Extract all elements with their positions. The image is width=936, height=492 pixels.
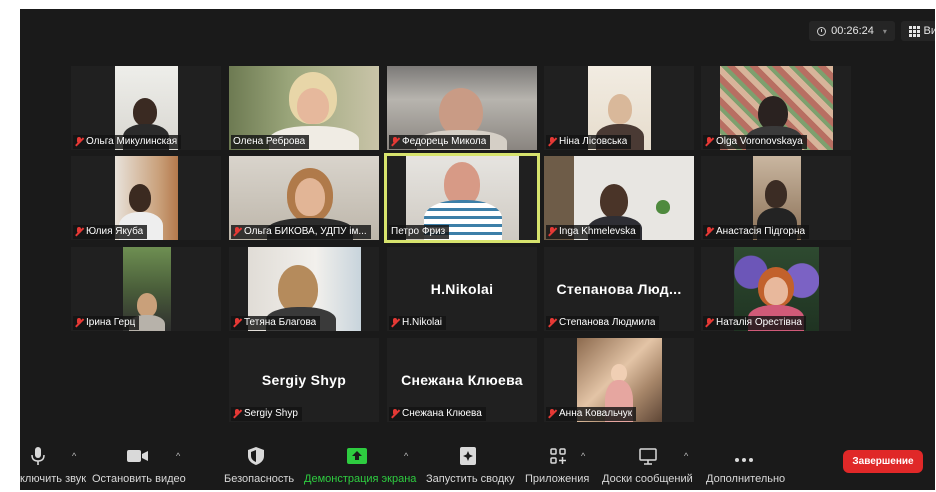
stop-video-button[interactable]: ^ Остановить видео bbox=[92, 445, 188, 489]
participant-name-tag: Ніна Лісовська bbox=[546, 135, 632, 149]
muted-mic-icon bbox=[233, 409, 241, 419]
video-camera-icon bbox=[127, 450, 148, 462]
security-label: Безопасность bbox=[224, 473, 295, 485]
chevron-down-icon: ▾ bbox=[882, 26, 887, 36]
summary-button[interactable]: Запустить сводку bbox=[424, 445, 515, 489]
participant-name-tag: Федорець Микола bbox=[389, 135, 491, 149]
whiteboard-icon bbox=[639, 448, 657, 465]
participant-display-name: Степанова Люд... bbox=[556, 281, 682, 297]
participant-tile[interactable]: Ірина Герц bbox=[71, 247, 221, 331]
summary-label: Запустить сводку bbox=[426, 473, 515, 485]
apps-icon bbox=[550, 448, 566, 464]
unmute-label: ключить звук bbox=[20, 473, 87, 485]
participant-tile[interactable]: Юлия Якуба bbox=[71, 156, 221, 240]
share-screen-icon bbox=[347, 448, 367, 464]
participant-tile[interactable]: Ольга БИКОВА, УДПУ ім... bbox=[229, 156, 379, 240]
chevron-up-icon[interactable]: ^ bbox=[684, 451, 688, 461]
view-button[interactable]: Вид bbox=[901, 21, 935, 41]
muted-mic-icon bbox=[75, 227, 83, 237]
participant-name-tag: Анастасія Підгорна bbox=[703, 225, 810, 239]
participant-name-tag: Петро Фриз bbox=[389, 225, 450, 239]
muted-mic-icon bbox=[548, 409, 556, 419]
meeting-window: 00:26:24 ▾ Вид Ольга Микулинская Олена Р… bbox=[20, 9, 935, 490]
meeting-toolbar: ^ ключить звук ^ Остановить видео Безопа… bbox=[20, 439, 935, 490]
participant-tile[interactable]: Ніна Лісовська bbox=[544, 66, 694, 150]
share-screen-label: Демонстрация экрана bbox=[304, 473, 417, 485]
participant-tile[interactable]: Олена Реброва bbox=[229, 66, 379, 150]
participant-name-tag: H.Nikolai bbox=[389, 316, 447, 330]
muted-mic-icon bbox=[391, 318, 399, 328]
chevron-up-icon[interactable]: ^ bbox=[176, 451, 180, 461]
muted-mic-icon bbox=[391, 137, 399, 147]
participant-name-tag: Sergiy Shyp bbox=[231, 407, 302, 421]
participant-tile[interactable]: Снежана Клюева Снежана Клюева bbox=[387, 338, 537, 422]
timer-text: 00:26:24 bbox=[831, 25, 874, 37]
apps-label: Приложения bbox=[525, 473, 590, 485]
participant-tile[interactable]: Тетяна Благова bbox=[229, 247, 379, 331]
whiteboards-button[interactable]: ^ Доски сообщений bbox=[602, 445, 698, 489]
shield-icon bbox=[248, 447, 264, 465]
muted-mic-icon bbox=[75, 318, 83, 328]
participant-tile[interactable]: H.Nikolai H.Nikolai bbox=[387, 247, 537, 331]
participant-name-tag: Inga Khmelevska bbox=[546, 225, 640, 239]
participant-display-name: H.Nikolai bbox=[430, 281, 494, 297]
participant-name-tag: Юлия Якуба bbox=[73, 225, 148, 239]
more-button[interactable]: Дополнительно bbox=[704, 445, 786, 489]
participant-display-name: Снежана Клюева bbox=[401, 372, 523, 388]
muted-mic-icon bbox=[75, 137, 83, 147]
participant-name-tag: Olga Voronovskaya bbox=[703, 135, 807, 149]
end-meeting-button[interactable]: Завершение bbox=[843, 450, 923, 473]
participant-name-tag: Ольга Микулинская bbox=[73, 135, 182, 149]
summary-icon bbox=[460, 447, 476, 465]
share-screen-button[interactable]: ^ Демонстрация экрана bbox=[302, 445, 422, 489]
participant-name-tag: Ольга БИКОВА, УДПУ ім... bbox=[231, 225, 371, 239]
muted-mic-icon bbox=[233, 227, 241, 237]
more-label: Дополнительно bbox=[706, 473, 786, 485]
active-speaker-tile[interactable]: Петро Фриз bbox=[384, 153, 540, 243]
participant-tile[interactable]: Sergiy Shyp Sergiy Shyp bbox=[229, 338, 379, 422]
participant-name-tag: Ірина Герц bbox=[73, 316, 140, 330]
apps-button[interactable]: ^ Приложения bbox=[525, 445, 603, 489]
muted-mic-icon bbox=[705, 137, 713, 147]
participant-name-tag: Наталія Орестівна bbox=[703, 316, 806, 330]
participant-tile[interactable]: Ольга Микулинская bbox=[71, 66, 221, 150]
participant-tile[interactable]: Наталія Орестівна bbox=[701, 247, 851, 331]
participant-tile[interactable]: Федорець Микола bbox=[387, 66, 537, 150]
muted-mic-icon bbox=[233, 318, 241, 328]
muted-mic-icon bbox=[548, 318, 556, 328]
participant-name-tag: Олена Реброва bbox=[231, 135, 310, 149]
muted-mic-icon bbox=[705, 318, 713, 328]
meeting-timer[interactable]: 00:26:24 ▾ bbox=[809, 21, 895, 41]
muted-mic-icon bbox=[391, 409, 399, 419]
grid-view-icon bbox=[908, 25, 920, 37]
muted-mic-icon bbox=[548, 227, 556, 237]
chevron-up-icon[interactable]: ^ bbox=[581, 451, 585, 461]
participant-name-tag: Анна Ковальчук bbox=[546, 407, 637, 421]
chevron-up-icon[interactable]: ^ bbox=[404, 451, 408, 461]
participant-name-tag: Тетяна Благова bbox=[231, 316, 321, 330]
stop-video-label: Остановить видео bbox=[92, 473, 186, 485]
participant-display-name: Sergiy Shyp bbox=[261, 372, 347, 388]
participant-tile[interactable]: Анастасія Підгорна bbox=[701, 156, 851, 240]
participant-name-tag: Степанова Людмила bbox=[546, 316, 660, 330]
muted-mic-icon bbox=[548, 137, 556, 147]
security-button[interactable]: Безопасность bbox=[220, 445, 295, 489]
unmute-button[interactable]: ^ ключить звук bbox=[20, 445, 86, 489]
more-dots-icon bbox=[735, 458, 753, 462]
clock-icon bbox=[817, 26, 827, 36]
participant-tile[interactable]: Анна Ковальчук bbox=[544, 338, 694, 422]
muted-mic-icon bbox=[705, 227, 713, 237]
whiteboards-label: Доски сообщений bbox=[602, 473, 693, 485]
participant-tile[interactable]: Olga Voronovskaya bbox=[701, 66, 851, 150]
participant-tile[interactable]: Степанова Люд... Степанова Людмила bbox=[544, 247, 694, 331]
microphone-icon bbox=[31, 447, 45, 465]
participant-name-tag: Снежана Клюева bbox=[389, 407, 486, 421]
chevron-up-icon[interactable]: ^ bbox=[72, 451, 76, 461]
view-label: Вид bbox=[923, 25, 935, 37]
participant-tile[interactable]: Inga Khmelevska bbox=[544, 156, 694, 240]
